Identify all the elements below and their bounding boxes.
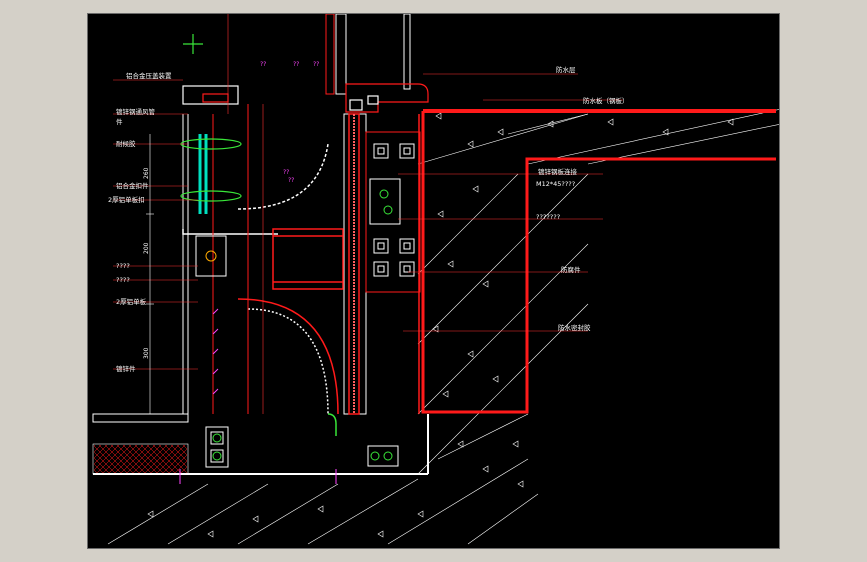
- cad-drawing-viewport[interactable]: 铝合金压盖装置 镀锌钢通风管 件 耐候胶 铝合金扣件 2厚铝单板扣 ???? ?…: [87, 13, 780, 549]
- label-bolt-spec: M12*45????: [536, 180, 575, 188]
- label-panel-clip: 2厚铝单板扣: [108, 195, 145, 204]
- magenta-label-1: ??: [260, 61, 266, 68]
- magenta-label-5: ??: [288, 177, 294, 184]
- curtain-wall-section-drawing: 铝合金压盖装置 镀锌钢通风管 件 耐候胶 铝合金扣件 2厚铝单板扣 ???? ?…: [88, 14, 779, 548]
- label-unknown-1: ????: [116, 262, 130, 270]
- magenta-label-3: ??: [313, 61, 319, 68]
- dimension-260: 260: [143, 167, 150, 179]
- label-waterproof-layer: 防水层: [556, 65, 576, 74]
- label-vent-pipe: 镀锌钢通风管: [116, 107, 156, 116]
- label-aluminum-clip: 铝合金扣件: [116, 181, 149, 190]
- dimension-200: 200: [143, 242, 150, 254]
- label-unknown-right: ???????: [536, 213, 560, 221]
- label-unknown-2: ????: [116, 276, 130, 284]
- label-sealant: 耐候胶: [116, 139, 136, 148]
- label-galvanized-plate: 镀锌钢板连接: [538, 167, 578, 176]
- label-galvanized-part: 镀锌件: [116, 364, 136, 373]
- label-aluminum-panel: 2厚铝单板: [116, 297, 147, 306]
- dimension-300: 300: [143, 347, 150, 359]
- label-waterproof-plate: 防水板（钢板）: [583, 96, 629, 105]
- label-cap-device: 铝合金压盖装置: [126, 71, 172, 80]
- label-vent-pipe-suffix: 件: [116, 117, 123, 126]
- magenta-label-2: ??: [293, 61, 299, 68]
- label-anticorrosion: 防腐件: [561, 265, 581, 274]
- label-sealant-right: 防水密封胶: [558, 323, 591, 332]
- magenta-label-4: ??: [283, 169, 289, 176]
